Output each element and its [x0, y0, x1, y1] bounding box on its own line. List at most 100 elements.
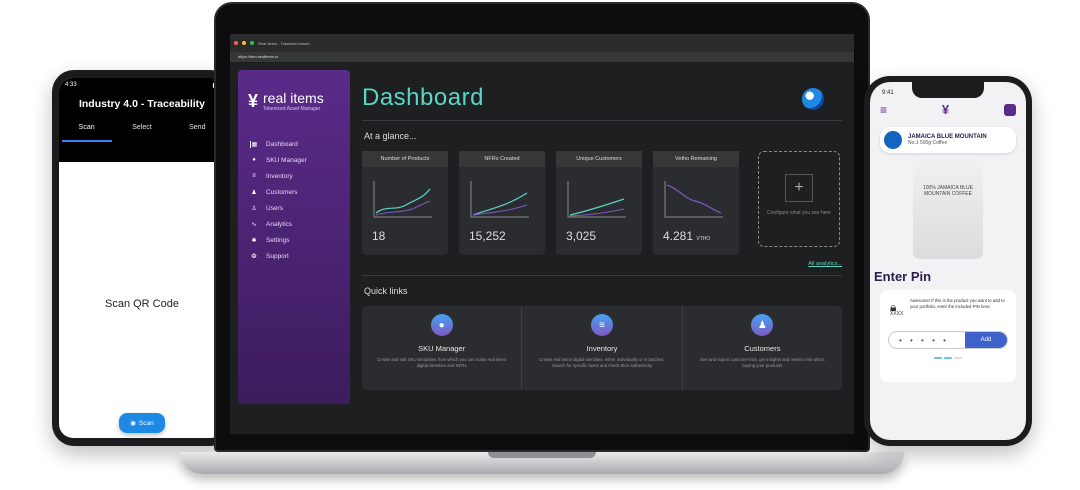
sidebar-item-sku-manager[interactable]: ● SKU Manager — [250, 152, 350, 168]
sidebar-item-customers[interactable]: ♟ Customers — [250, 184, 350, 200]
sidebar-item-label: Support — [266, 252, 289, 260]
scan-button-label: Scan — [138, 419, 154, 427]
logo: ¥ real items Tokenized Asset Manager — [238, 70, 350, 112]
browser-tabbar: Real Items - Tokenized Asset... — [230, 34, 854, 52]
quick-link-customers[interactable]: ♟ Customers See and export customer list… — [683, 306, 842, 390]
profile-icon[interactable] — [1004, 103, 1016, 116]
pin-input[interactable]: • • • • • • — [889, 332, 965, 348]
grid-icon: ▦ — [250, 140, 258, 148]
sparkline-chart — [567, 181, 626, 218]
laptop: Real Items - Tokenized Asset... https://… — [214, 2, 870, 452]
stat-card-nfrs[interactable]: NFRs Created 15,252 — [459, 151, 545, 255]
sidebar-nav: ▦ Dashboard ● SKU Manager ≡ Inventory ♟ Cust… — [238, 136, 350, 264]
menu-icon[interactable]: ≡ — [880, 103, 887, 117]
lock-icon: 🔒︎ — [890, 300, 897, 314]
laptop-screen: Real Items - Tokenized Asset... https://… — [230, 34, 854, 434]
user-icon: ♙ — [251, 205, 257, 212]
android-phone: 4:33 ▮▮ Industry 4.0 - Traceability Scan… — [52, 70, 232, 446]
android-screen: 4:33 ▮▮ Industry 4.0 - Traceability Scan… — [59, 78, 225, 438]
sidebar-item-label: Settings — [266, 236, 290, 244]
sparkline-chart — [664, 181, 723, 218]
stat-card-value: 15,252 — [469, 229, 506, 243]
people-icon: ♟ — [251, 189, 257, 196]
iphone: 9:41 ≡ ¥ JAMAICA BLUE MOUNTAIN No.1 500g… — [864, 76, 1032, 446]
minimize-window-icon[interactable] — [242, 41, 246, 45]
coffee-bag-image: 100% JAMAICA BLUE MOUNTAIN COFFEE — [913, 159, 983, 259]
android-appbar: Industry 4.0 - Traceability Scan Select … — [59, 92, 225, 162]
browser-tab-title[interactable]: Real Items - Tokenized Asset... — [258, 41, 313, 46]
tab-select[interactable]: Select — [117, 124, 167, 142]
app-title: Industry 4.0 - Traceability — [78, 98, 206, 110]
configure-text: Configure what you see here — [767, 210, 831, 216]
quick-link-inventory[interactable]: ≡ Inventory Create real items digital id… — [522, 306, 683, 390]
close-window-icon[interactable] — [234, 41, 238, 45]
bulb-icon: ● — [430, 314, 453, 336]
product-mockup: 4:33 ▮▮ Industry 4.0 - Traceability Scan… — [0, 0, 1080, 490]
android-status-time: 4:33 — [65, 82, 77, 88]
people-icon: ♟ — [751, 314, 774, 336]
sidebar-item-settings[interactable]: ✱ Settings — [250, 232, 350, 248]
stat-card-value: 4.281 VTHO — [663, 229, 710, 243]
pin-card: 🔒︎ Awesome! If this is the product you w… — [880, 290, 1016, 382]
scan-button[interactable]: ◉ Scan — [119, 413, 165, 433]
sidebar-item-users[interactable]: ♙ Users — [250, 200, 350, 216]
quick-link-sku-manager[interactable]: ● SKU Manager Create and edit SKU templa… — [362, 306, 523, 390]
stat-card-value: 18 — [372, 229, 385, 243]
url-bar[interactable]: https://tam.realitems.io — [230, 52, 854, 62]
page-title: Dashboard — [362, 84, 484, 111]
sidebar-item-inventory[interactable]: ≡ Inventory — [250, 168, 350, 184]
quick-link-title: SKU Manager — [418, 344, 466, 353]
sidebar-item-label: SKU Manager — [266, 156, 307, 164]
logo-subtitle: Tokenized Asset Manager — [263, 106, 321, 112]
maximize-window-icon[interactable] — [250, 41, 254, 45]
quick-link-title: Inventory — [586, 344, 618, 353]
stat-card-title: Number of Products — [362, 151, 448, 167]
sidebar: ¥ real items Tokenized Asset Manager ▦ Da… — [238, 70, 350, 404]
tab-scan[interactable]: Scan — [61, 124, 112, 142]
sidebar-item-label: Customers — [266, 188, 298, 196]
list-icon: ≡ — [590, 314, 613, 336]
divider — [362, 275, 842, 276]
sparkline-chart — [470, 181, 529, 218]
quick-link-desc: See and export customer lists, get insig… — [700, 357, 825, 368]
laptop-hinge — [488, 452, 596, 458]
support-icon: ❂ — [251, 253, 257, 260]
sidebar-item-dashboard[interactable]: ▦ Dashboard — [250, 136, 350, 152]
all-analytics-link[interactable]: All analytics... — [362, 261, 842, 267]
stat-card-customers[interactable]: Unique Customers 3,025 — [556, 151, 642, 255]
add-button[interactable]: Add — [965, 332, 1007, 349]
stat-card-title: Vetho Remaining — [653, 151, 739, 167]
stat-card-title: Unique Customers — [556, 151, 642, 167]
stat-card-products[interactable]: Number of Products 18 — [362, 151, 448, 255]
logo-mark-icon: ¥ — [248, 90, 259, 111]
iphone-notch — [912, 82, 984, 98]
sidebar-item-support[interactable]: ❂ Support — [250, 248, 350, 264]
product-card[interactable]: JAMAICA BLUE MOUNTAIN No.1 500g Coffee — [880, 127, 1016, 153]
pin-entry: • • • • • • Add — [888, 331, 1008, 350]
stat-value: 15,252 — [469, 229, 506, 243]
quick-link-desc: Create real items digital identities, ei… — [539, 357, 665, 368]
sidebar-item-analytics[interactable]: ∿ Analytics — [250, 216, 350, 232]
globe-avatar-icon[interactable] — [802, 88, 824, 110]
divider — [362, 120, 842, 121]
logo-name: real items — [263, 90, 324, 106]
configure-widget[interactable]: + Configure what you see here — [758, 151, 840, 247]
sparkline-chart — [373, 181, 432, 218]
pin-description: Awesome! If this is the product you want… — [910, 298, 1005, 309]
glance-heading: At a glance... — [364, 131, 417, 141]
scan-qr-label: Scan QR Code — [105, 298, 179, 310]
stat-card-vetho[interactable]: Vetho Remaining 4.281 VTHO — [653, 151, 739, 255]
bulb-icon: ● — [252, 157, 256, 163]
quick-link-title: Customers — [744, 344, 781, 353]
product-subtitle: No.1 500g Coffee — [908, 140, 948, 146]
page-indicator — [888, 357, 1008, 360]
stat-card-title: NFRs Created — [459, 151, 545, 167]
list-icon: ≡ — [252, 173, 256, 179]
brand-logo-icon: ¥ — [941, 102, 950, 117]
stat-unit: VTHO — [696, 236, 711, 242]
pin-title: Enter Pin — [874, 269, 932, 284]
plus-icon: + — [785, 174, 813, 202]
pin-mask: XXXX — [890, 311, 904, 318]
iphone-screen: 9:41 ≡ ¥ JAMAICA BLUE MOUNTAIN No.1 500g… — [870, 82, 1026, 440]
stat-value: 3,025 — [566, 229, 597, 243]
